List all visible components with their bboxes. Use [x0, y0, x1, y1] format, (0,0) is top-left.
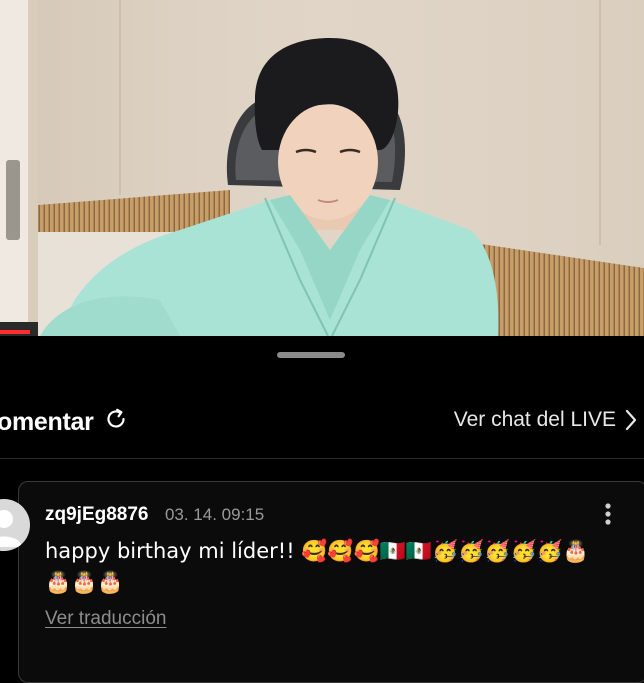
refresh-icon[interactable] — [104, 407, 128, 431]
comments-header: omentar Ver chat del LIVE — [0, 388, 644, 454]
video-frame — [0, 0, 644, 336]
header-divider — [0, 458, 644, 459]
comment-username[interactable]: zq9jEg8876 — [45, 504, 149, 525]
more-vertical-icon[interactable] — [604, 502, 612, 526]
see-translation-link[interactable]: Ver traducción — [45, 608, 166, 630]
comments-title: omentar — [0, 408, 94, 436]
drag-handle[interactable] — [277, 352, 345, 358]
comment-card[interactable]: zq9jEg8876 03. 14. 09:15 happy birthay m… — [18, 481, 644, 683]
comment-text: happy birthay mi líder!! 🥰🥰🥰🇲🇽🇲🇽🥳🥳🥳🥳🥳🎂🎂🎂… — [45, 539, 589, 594]
view-live-chat-label: Ver chat del LIVE — [453, 408, 616, 431]
comment-meta: zq9jEg8876 03. 14. 09:15 — [45, 504, 264, 526]
video-progress-bar[interactable] — [0, 330, 30, 334]
video-player[interactable] — [0, 0, 644, 336]
view-live-chat-link[interactable]: Ver chat del LIVE — [454, 408, 638, 432]
chevron-right-icon — [625, 409, 637, 431]
comment-timestamp: 03. 14. 09:15 — [164, 505, 265, 524]
